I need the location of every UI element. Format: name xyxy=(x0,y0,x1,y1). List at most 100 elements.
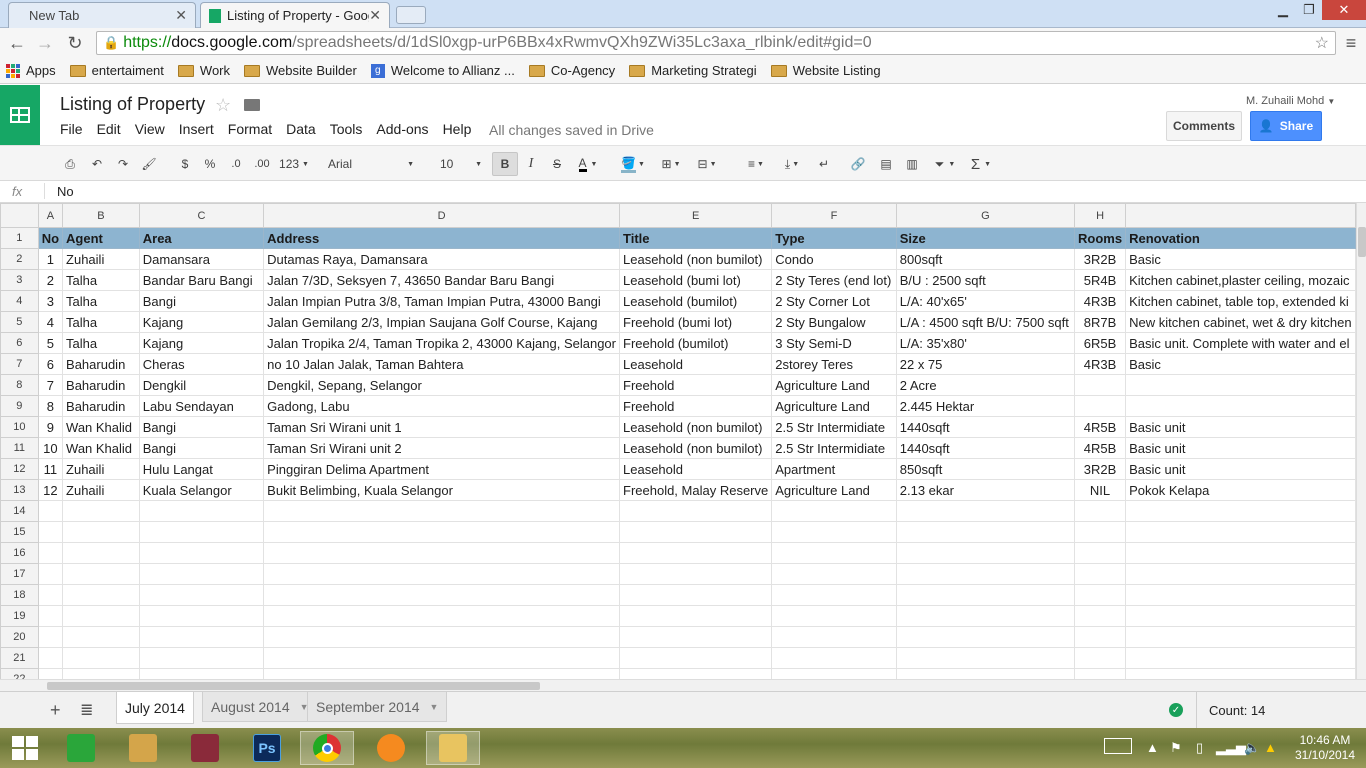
empty-cell[interactable] xyxy=(62,605,140,627)
empty-cell[interactable] xyxy=(895,647,1076,669)
signal-icon[interactable]: ▂▃▅ xyxy=(1216,740,1246,756)
folder-icon[interactable] xyxy=(244,99,260,111)
text-wrap-icon[interactable]: ↵ xyxy=(814,152,834,176)
menu-data[interactable]: Data xyxy=(286,121,316,137)
empty-cell[interactable] xyxy=(1125,626,1356,648)
cell[interactable]: Pinggiran Delima Apartment xyxy=(263,458,620,480)
cell[interactable]: NIL xyxy=(1074,479,1127,501)
empty-cell[interactable] xyxy=(263,521,620,543)
bookmark-work[interactable]: Work xyxy=(177,63,230,78)
merge-cells-icon[interactable]: ⊟ ▼ xyxy=(690,152,724,176)
empty-cell[interactable] xyxy=(618,626,773,648)
select-all-corner[interactable] xyxy=(0,203,39,228)
paint-format-icon[interactable]: 🖌 xyxy=(139,152,159,176)
borders-icon[interactable]: ⊞ ▼ xyxy=(656,152,686,176)
sheets-logo-icon[interactable] xyxy=(0,85,40,145)
cell[interactable] xyxy=(1125,395,1356,417)
empty-cell[interactable] xyxy=(771,542,897,564)
empty-cell[interactable] xyxy=(263,626,620,648)
row-header[interactable]: 2 xyxy=(0,248,39,270)
cell[interactable]: 5 xyxy=(37,332,64,354)
comments-button[interactable]: Comments xyxy=(1166,111,1242,141)
cell[interactable]: Freehold xyxy=(618,395,773,417)
tab-new-tab[interactable]: New Tab ✕ xyxy=(8,2,196,28)
empty-cell[interactable] xyxy=(771,626,897,648)
cell[interactable]: L/A : 4500 sqft B/U: 7500 sqft xyxy=(895,311,1076,333)
cell[interactable]: Agriculture Land xyxy=(771,374,897,396)
bookmark-marketing-strategi[interactable]: Marketing Strategi xyxy=(629,63,757,78)
filter-icon[interactable]: ⏷ ▼ xyxy=(928,152,962,176)
empty-cell[interactable] xyxy=(37,563,64,585)
empty-cell[interactable] xyxy=(37,668,64,679)
scrollbar-thumb[interactable] xyxy=(1358,227,1366,257)
menu-format[interactable]: Format xyxy=(228,121,272,137)
cell[interactable]: 3 Sty Semi-D xyxy=(771,332,897,354)
insert-comment-icon[interactable]: ▤ xyxy=(876,152,896,176)
undo-icon[interactable]: ↶ xyxy=(87,152,107,176)
empty-cell[interactable] xyxy=(1125,542,1356,564)
cell[interactable]: Bangi xyxy=(138,416,265,438)
row-header[interactable]: 20 xyxy=(0,626,39,648)
empty-cell[interactable] xyxy=(263,500,620,522)
share-button[interactable]: 👤 Share xyxy=(1250,111,1322,141)
cell[interactable]: Condo xyxy=(771,248,897,270)
document-title[interactable]: Listing of Property xyxy=(60,94,205,115)
sheet-tab-august-2014[interactable]: August 2014 ▼ xyxy=(202,692,318,722)
empty-cell[interactable] xyxy=(138,647,265,669)
row-header[interactable]: 4 xyxy=(0,290,39,312)
cell[interactable]: Talha xyxy=(62,311,140,333)
selection-count[interactable]: Count: 14 xyxy=(1196,692,1366,728)
empty-cell[interactable] xyxy=(1074,542,1127,564)
media-player-icon[interactable] xyxy=(364,731,418,765)
cell[interactable]: Basic xyxy=(1125,248,1356,270)
empty-cell[interactable] xyxy=(618,521,773,543)
cell[interactable]: Apartment xyxy=(771,458,897,480)
bookmark-entertaiment[interactable]: entertaiment xyxy=(69,63,164,78)
empty-cell[interactable] xyxy=(771,584,897,606)
empty-cell[interactable] xyxy=(138,563,265,585)
cell[interactable]: Pokok Kelapa xyxy=(1125,479,1356,501)
empty-cell[interactable] xyxy=(895,521,1076,543)
menu-insert[interactable]: Insert xyxy=(179,121,214,137)
empty-cell[interactable] xyxy=(771,521,897,543)
cell[interactable]: 3 xyxy=(37,290,64,312)
cell[interactable]: 9 xyxy=(37,416,64,438)
cell[interactable]: 12 xyxy=(37,479,64,501)
row-header[interactable]: 7 xyxy=(0,353,39,375)
forward-arrow-icon[interactable]: → xyxy=(34,32,56,54)
cell[interactable]: 8R7B xyxy=(1074,311,1127,333)
cell[interactable]: Basic unit. Complete with water and el xyxy=(1125,332,1356,354)
row-header[interactable]: 18 xyxy=(0,584,39,606)
empty-cell[interactable] xyxy=(1125,584,1356,606)
column-header[interactable]: A xyxy=(37,203,64,228)
empty-cell[interactable] xyxy=(263,668,620,679)
cell[interactable]: Baharudin xyxy=(62,395,140,417)
empty-cell[interactable] xyxy=(1074,605,1127,627)
fill-color-icon[interactable]: 🪣 ▼ xyxy=(616,152,650,176)
bookmark-allianz[interactable]: g Welcome to Allianz ... xyxy=(370,63,515,78)
empty-cell[interactable] xyxy=(771,500,897,522)
cell[interactable]: Basic unit xyxy=(1125,458,1356,480)
cell[interactable]: 2 Acre xyxy=(895,374,1076,396)
empty-cell[interactable] xyxy=(771,647,897,669)
empty-cell[interactable] xyxy=(138,521,265,543)
cell[interactable] xyxy=(1074,374,1127,396)
header-cell[interactable]: Renovation xyxy=(1125,227,1356,249)
store-icon[interactable] xyxy=(54,731,108,765)
cell[interactable]: 2.5 Str Intermidiate xyxy=(771,416,897,438)
cell[interactable]: 4R5B xyxy=(1074,437,1127,459)
row-header[interactable]: 21 xyxy=(0,647,39,669)
cell[interactable]: Talha xyxy=(62,332,140,354)
bookmark-apps[interactable]: Apps xyxy=(6,63,56,78)
strikethrough-button[interactable]: S xyxy=(548,152,566,176)
cell[interactable]: Zuhaili xyxy=(62,479,140,501)
tab-listing-of-property[interactable]: Listing of Property - Goog ✕ xyxy=(200,2,390,28)
empty-cell[interactable] xyxy=(1125,647,1356,669)
cell[interactable]: B/U : 2500 sqft xyxy=(895,269,1076,291)
address-bar[interactable]: 🔒 https://docs.google.com/spreadsheets/d… xyxy=(96,31,1336,55)
row-header[interactable]: 1 xyxy=(0,227,39,249)
cell[interactable]: Leasehold (non bumilot) xyxy=(618,437,773,459)
cell[interactable]: 11 xyxy=(37,458,64,480)
row-header[interactable]: 10 xyxy=(0,416,39,438)
row-header[interactable]: 16 xyxy=(0,542,39,564)
